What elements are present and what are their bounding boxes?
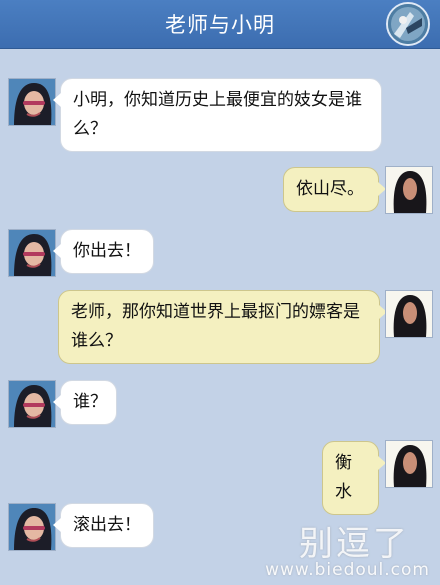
message-bubble: 依山尽。: [283, 167, 386, 212]
xiaoming-avatar[interactable]: [385, 290, 433, 338]
teacher-avatar[interactable]: [8, 229, 56, 277]
message-bubble: 滚出去！: [53, 503, 154, 548]
teacher-avatar[interactable]: [8, 503, 56, 551]
message-bubble: 谁？: [53, 380, 117, 425]
message-bubble: 小明，你知道历史上最便宜的妓女是谁么？: [53, 78, 382, 152]
chat-title: 老师与小明: [165, 13, 275, 37]
chat-header: 老师与小明: [0, 0, 440, 49]
message-bubble: 你出去！: [53, 229, 154, 274]
teacher-avatar[interactable]: [8, 78, 56, 126]
message-bubble: 衡水: [322, 441, 386, 515]
xiaoming-avatar[interactable]: [385, 440, 433, 488]
message-bubble: 老师，那你知道世界上最抠门的嫖客是谁么？: [58, 290, 387, 364]
teacher-avatar[interactable]: [8, 380, 56, 428]
watermark-logo: 别逗了: [299, 524, 410, 564]
contact-avatar-icon[interactable]: [386, 2, 430, 46]
watermark-url: www.biedoul.com: [265, 560, 430, 580]
xiaoming-avatar[interactable]: [385, 166, 433, 214]
